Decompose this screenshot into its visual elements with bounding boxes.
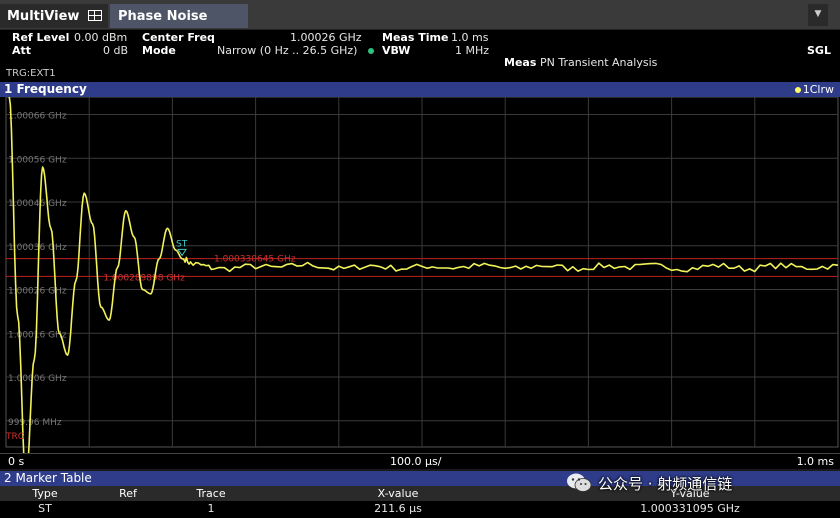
x-start-label: 0 s bbox=[8, 455, 25, 468]
mt-col-trace: Trace bbox=[166, 486, 256, 501]
frequency-chart-svg: 1.00066 GHz 1.00056 GHz 1.00046 GHz 1.00036… bbox=[5, 97, 839, 453]
y-tick-label: 1.00046 GHz bbox=[8, 199, 67, 209]
y-tick-label: 1.00036 GHz bbox=[8, 243, 67, 253]
mt-col-type: Type bbox=[0, 486, 90, 501]
frequency-window-title: 1 Frequency bbox=[4, 82, 87, 96]
tab-phase-noise-label: Phase Noise bbox=[118, 9, 208, 24]
frequency-plot[interactable]: 1.00066 GHz 1.00056 GHz 1.00046 GHz 1.00036… bbox=[0, 97, 840, 453]
channel-dropdown-button[interactable]: ▼ bbox=[808, 4, 828, 26]
x-axis-labels: 0 s 100.0 µs/ 1.0 ms bbox=[0, 453, 840, 469]
table-row-x-value: 211.6 µs bbox=[374, 502, 422, 515]
tab-multiview-label: MultiView bbox=[7, 9, 80, 24]
watermark-text: 公众号 · 射频通信链 bbox=[598, 475, 733, 493]
y-tick-label: 999.96 MHz bbox=[8, 418, 62, 428]
center-freq-value: 1.00026 GHz bbox=[290, 31, 362, 44]
trace-mode-label: 1Clrw bbox=[802, 83, 834, 96]
limit-line-label: 1.000330645 GHz bbox=[214, 255, 296, 265]
tab-multiview[interactable]: MultiView bbox=[0, 4, 108, 28]
table-row-type: ST bbox=[38, 502, 52, 515]
meas-time-value: 1.0 ms bbox=[451, 31, 489, 44]
vbw-status-led bbox=[368, 44, 378, 57]
watermark: 公众号 · 射频通信链 bbox=[566, 470, 840, 496]
ref-level-label: Ref Level bbox=[12, 31, 70, 44]
vbw-label: VBW bbox=[382, 44, 411, 57]
ref-level-value: 0.00 dBm bbox=[74, 31, 128, 44]
trace-badge: 1Clrw bbox=[794, 82, 834, 97]
title-bar: MultiView Phase Noise ▼ bbox=[0, 0, 840, 30]
trigger-label: TRG bbox=[5, 432, 25, 442]
vbw-value: 1 MHz bbox=[455, 44, 490, 57]
center-freq-label: Center Freq bbox=[142, 31, 215, 44]
att-value: 0 dB bbox=[103, 44, 129, 57]
x-stop-label: 1.0 ms bbox=[796, 455, 834, 468]
trigger-indicator: TRG:EXT1 bbox=[0, 68, 840, 82]
mt-col-ref: Ref bbox=[90, 486, 166, 501]
table-row-trace: 1 bbox=[207, 502, 215, 515]
frequency-window-header[interactable]: 1 Frequency 1Clrw bbox=[0, 82, 840, 97]
tab-phase-noise[interactable]: Phase Noise bbox=[110, 4, 248, 28]
measurement-info-bar: Ref Level 0.00 dBm Att 0 dB Center Freq … bbox=[0, 30, 840, 69]
y-tick-label: 1.00006 GHz bbox=[8, 374, 67, 384]
marker-st-label: ST bbox=[176, 239, 188, 249]
trace-dot-icon bbox=[794, 87, 801, 93]
y-tick-label: 1.00056 GHz bbox=[8, 155, 67, 165]
sgl-indicator: SGL bbox=[807, 44, 831, 57]
att-label: Att bbox=[12, 44, 32, 57]
mode-value: Narrow (0 Hz .. 26.5 GHz) bbox=[217, 44, 358, 57]
wechat-icon bbox=[567, 473, 592, 492]
x-div-label: 100.0 µs/ bbox=[390, 455, 442, 468]
multiview-grid-icon bbox=[88, 10, 102, 21]
mt-col-x-value: X-value bbox=[256, 486, 540, 501]
mode-label: Mode bbox=[142, 44, 176, 57]
y-tick-label: 1.00066 GHz bbox=[8, 112, 67, 122]
table-row-y-value: 1.000331095 GHz bbox=[640, 502, 740, 515]
chevron-down-icon: ▼ bbox=[814, 9, 822, 19]
meas-time-label: Meas Time bbox=[382, 31, 449, 44]
